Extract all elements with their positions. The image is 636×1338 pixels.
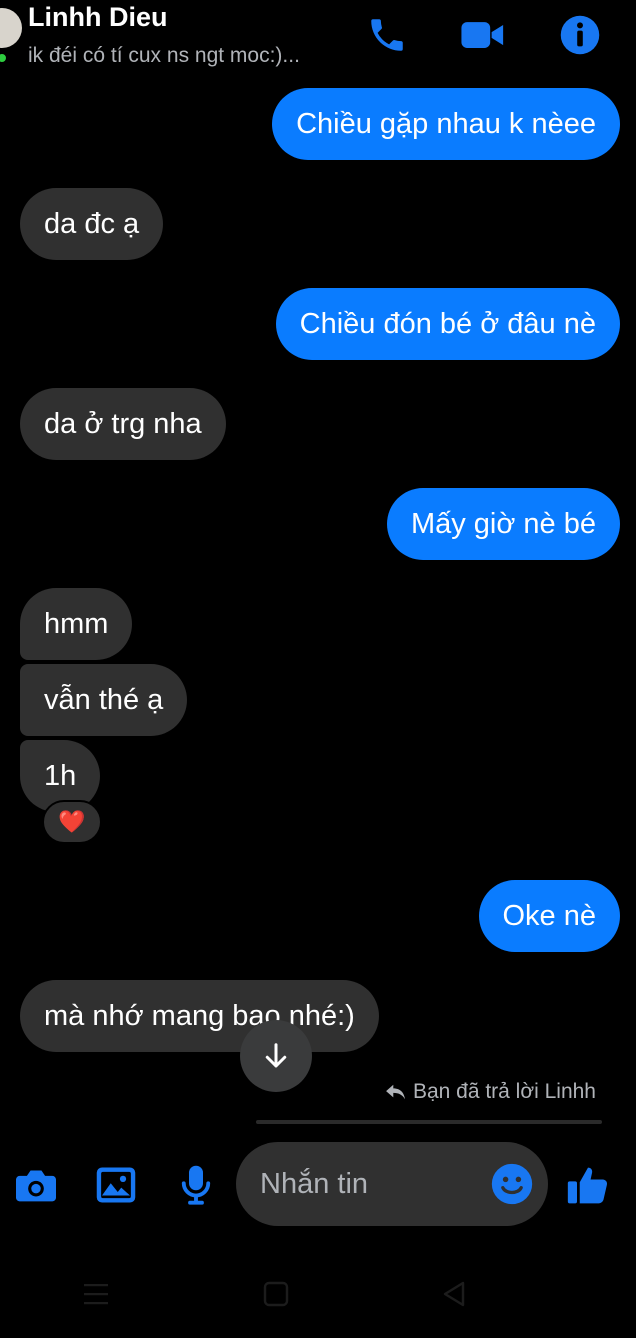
nav-back-icon — [443, 1281, 465, 1307]
nav-menu-icon — [84, 1284, 108, 1305]
nav-home-icon — [263, 1281, 289, 1307]
reply-note-text: Bạn đã trả lời Linhh — [412, 1080, 596, 1103]
video-camera-icon — [461, 22, 504, 48]
message-input[interactable] — [260, 1142, 480, 1226]
call-button[interactable] — [364, 12, 410, 58]
voice-button[interactable] — [173, 1162, 219, 1208]
like-button[interactable] — [565, 1162, 611, 1208]
reply-preview-bar — [256, 1120, 602, 1124]
message-incoming[interactable]: da đc ạ — [20, 188, 164, 260]
nav-home-button[interactable] — [256, 1274, 296, 1314]
nav-back-button[interactable] — [434, 1274, 474, 1314]
contact-name[interactable]: Linhh Dieu — [28, 2, 167, 33]
scroll-to-bottom-button[interactable] — [240, 1020, 312, 1092]
messenger-chat-screen: Linhh Dieu ik đéi có tí cux ns ngt moc:)… — [0, 0, 636, 1338]
message-outgoing[interactable]: Mấy giờ nè bé — [386, 488, 620, 560]
image-icon — [96, 1167, 136, 1203]
message-outgoing[interactable]: Chiều gặp nhau k nèee — [272, 88, 620, 160]
message-incoming[interactable]: hmm — [20, 588, 133, 660]
camera-button[interactable] — [13, 1162, 59, 1208]
reply-note: Bạn đã trả lời Linhh — [385, 1080, 596, 1104]
chat-header: Linhh Dieu ik đéi có tí cux ns ngt moc:)… — [0, 0, 636, 80]
message-composer — [0, 1140, 636, 1230]
heart-reaction[interactable]: ❤️ — [42, 800, 102, 844]
message-incoming[interactable]: da ở trg nha — [20, 388, 226, 460]
system-navigation-bar — [0, 1250, 636, 1338]
nav-menu-button[interactable] — [76, 1274, 116, 1314]
reply-icon — [386, 1084, 405, 1100]
camera-icon — [16, 1170, 56, 1202]
microphone-icon — [181, 1165, 211, 1205]
emoji-icon[interactable] — [490, 1162, 534, 1206]
video-call-button[interactable] — [460, 12, 506, 58]
thumbs-up-icon — [567, 1167, 608, 1204]
info-button[interactable] — [557, 12, 603, 58]
message-outgoing[interactable]: Oke nè — [478, 880, 620, 952]
arrow-down-icon — [265, 1043, 287, 1068]
phone-icon — [371, 19, 403, 51]
message-incoming[interactable]: mà nhớ mang bao nhé:) — [20, 980, 379, 1052]
online-status-dot — [0, 52, 8, 64]
message-input-container — [236, 1142, 548, 1226]
avatar[interactable] — [0, 8, 22, 48]
gallery-button[interactable] — [93, 1162, 139, 1208]
info-icon — [560, 15, 600, 55]
message-incoming[interactable]: vẫn thé ạ — [20, 664, 188, 736]
message-outgoing[interactable]: Chiều đón bé ở đâu nè — [275, 288, 620, 360]
contact-status: ik đéi có tí cux ns ngt moc:)... — [28, 44, 300, 67]
